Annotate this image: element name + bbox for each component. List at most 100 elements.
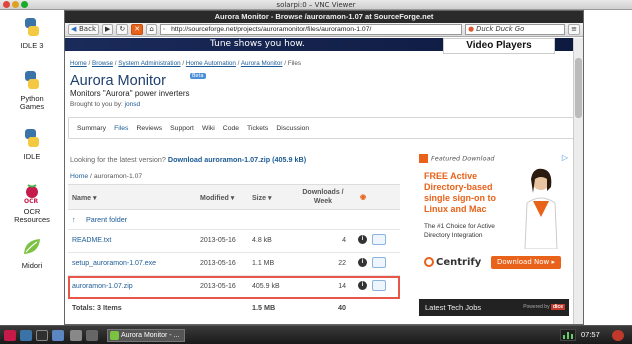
file-manager-icon[interactable]: [20, 330, 32, 341]
breadcrumb-files: Files: [287, 60, 302, 67]
search-input[interactable]: ● Duck Duck Go: [465, 24, 566, 35]
close-icon[interactable]: [3, 1, 10, 8]
tab-files[interactable]: Files: [114, 125, 128, 132]
table-row-highlighted[interactable]: auroramon-1.07.zip 2013-05-16 405.9 kB 1…: [68, 276, 400, 299]
info-icon[interactable]: i: [358, 258, 367, 267]
minimize-icon[interactable]: [12, 1, 19, 8]
col-name[interactable]: Name ▾: [72, 194, 97, 202]
page-icon: ▫: [163, 26, 166, 33]
author-link[interactable]: jonsd: [125, 101, 141, 108]
brand-text: Centrify: [436, 257, 482, 268]
browser-window: Aurora Monitor - Browse /auroramon-1.07 …: [64, 10, 584, 325]
back-button[interactable]: ◀ Back: [68, 24, 99, 35]
desktop-icon-label: OCR Resources: [14, 207, 50, 224]
shutdown-icon[interactable]: [612, 330, 624, 341]
maximize-icon[interactable]: [21, 1, 28, 8]
col-modified[interactable]: Modified ▾: [200, 194, 234, 202]
latest-tech-jobs[interactable]: Latest Tech Jobs Powered by dice: [419, 299, 569, 316]
project-title[interactable]: Aurora Monitor: [70, 73, 166, 89]
desktop-icon-idle[interactable]: IDLE: [0, 127, 64, 161]
breadcrumb-home[interactable]: Home: [70, 60, 87, 67]
file-downloads: 4: [342, 237, 346, 244]
download-icon: [419, 154, 428, 163]
menu-raspberry-icon[interactable]: [4, 330, 16, 341]
parent-folder-row[interactable]: ↑ Parent folder: [68, 210, 400, 230]
tab-support[interactable]: Support: [170, 125, 194, 132]
latest-download-link[interactable]: Download auroramon-1.07.zip (405.9 kB): [168, 155, 306, 164]
tab-tickets[interactable]: Tickets: [247, 125, 268, 132]
files-path: Home / auroramon-1.07: [70, 173, 143, 180]
dice-logo: dice: [550, 304, 565, 310]
parent-folder-label: Parent folder: [86, 215, 128, 224]
ad-strip-text: Tune shows you how.: [210, 39, 305, 49]
file-name[interactable]: auroramon-1.07.zip: [72, 283, 133, 290]
info-icon[interactable]: i: [358, 281, 367, 290]
reload-button[interactable]: ↻: [116, 24, 129, 35]
desktop-icon-python-games[interactable]: Python Games: [0, 69, 64, 111]
breadcrumb-sysadmin[interactable]: System Administration: [118, 60, 180, 67]
table-row[interactable]: README.txt 2013-05-16 4.8 kB 4 i: [68, 230, 400, 253]
adchoices-icon[interactable]: ▷: [562, 153, 568, 162]
tab-summary[interactable]: Summary: [77, 125, 106, 132]
totals-downloads: 40: [338, 303, 346, 312]
jobs-label: Latest Tech Jobs: [425, 303, 482, 312]
col-size[interactable]: Size ▾: [252, 194, 271, 202]
browser-menu-button[interactable]: ≡: [568, 24, 580, 35]
file-size: 1.1 MB: [252, 260, 275, 267]
terminal-icon[interactable]: [36, 330, 48, 341]
desktop-right: [584, 10, 632, 325]
home-button[interactable]: ⌂: [146, 24, 158, 35]
scrollbar-thumb[interactable]: [575, 58, 582, 118]
file-downloads: 22: [338, 260, 346, 267]
page-scrollbar[interactable]: [573, 38, 583, 324]
breadcrumb-aurora-monitor[interactable]: Aurora Monitor: [241, 60, 283, 67]
desktop: IDLE 3 Python Games IDLE OCR OCR Resourc…: [0, 10, 64, 325]
tab-wiki[interactable]: Wiki: [202, 125, 215, 132]
task-label: Aurora Monitor - ...: [121, 332, 180, 339]
python-icon: [25, 71, 39, 89]
ad-headline: FREE Active Directory-based single sign-…: [424, 171, 496, 214]
browser-title: Aurora Monitor - Browse /auroramon-1.07 …: [65, 11, 583, 23]
file-size: 405.9 kB: [252, 283, 280, 290]
raspberry-icon: OCR: [24, 184, 39, 205]
info-icon[interactable]: i: [358, 235, 367, 244]
forward-button[interactable]: ▶: [102, 24, 114, 35]
browser-toolbar: ◀ Back ▶ ↻ ✕ ⌂ ▫ http://sourceforge.net/pr…: [65, 23, 583, 37]
table-row[interactable]: setup_auroramon-1.07.exe 2013-05-16 1.1 …: [68, 253, 400, 276]
address-bar[interactable]: ▫ http://sourceforge.net/projects/auroram…: [160, 24, 463, 35]
desktop-icon-ocr-resources[interactable]: OCR OCR Resources: [0, 182, 64, 224]
python-icon: [25, 18, 39, 36]
featured-download-ad[interactable]: Featured Download ▷ FREE Active Director…: [419, 153, 569, 278]
up-arrow-icon: ↑: [72, 215, 76, 224]
breadcrumb-home-automation[interactable]: Home Automation: [186, 60, 236, 67]
rss-icon[interactable]: ◉: [360, 193, 366, 201]
tab-code[interactable]: Code: [223, 125, 239, 132]
video-players-banner[interactable]: Video Players: [443, 38, 555, 54]
stats-chart-icon[interactable]: [372, 234, 386, 245]
totals-row: Totals: 3 Items 1.5 MB 40: [68, 299, 400, 319]
path-home[interactable]: Home: [70, 173, 88, 180]
download-now-button[interactable]: Download Now ▸: [491, 256, 561, 269]
desktop-icon-label: IDLE 3: [20, 41, 44, 50]
vnc-title-bar: solarpi:0 – VNC Viewer: [0, 0, 632, 10]
back-arrow-icon: ◀: [71, 25, 77, 33]
stats-chart-icon[interactable]: [372, 257, 386, 268]
duckduckgo-icon: ●: [468, 25, 475, 33]
tab-discussion[interactable]: Discussion: [276, 125, 309, 132]
featured-label: Featured Download: [419, 154, 495, 163]
tab-reviews[interactable]: Reviews: [136, 125, 162, 132]
stop-button[interactable]: ✕: [131, 24, 144, 35]
stats-chart-icon[interactable]: [372, 280, 386, 291]
web-browser-icon[interactable]: [52, 330, 64, 341]
desktop-icon-midori[interactable]: Midori: [0, 236, 64, 270]
desktop-2-icon[interactable]: [86, 330, 98, 341]
taskbar-browser-task[interactable]: Aurora Monitor - ...: [107, 329, 185, 342]
file-name[interactable]: README.txt: [72, 237, 111, 244]
brought-prefix: Brought to you by:: [70, 101, 123, 108]
desktop-icon-idle3[interactable]: IDLE 3: [0, 16, 64, 50]
beta-badge: Beta: [190, 73, 206, 79]
desktop-1-icon[interactable]: [70, 330, 82, 341]
breadcrumb-browse[interactable]: Browse: [92, 60, 113, 67]
col-downloads[interactable]: Downloads / Week: [300, 188, 346, 206]
file-name[interactable]: setup_auroramon-1.07.exe: [72, 260, 156, 267]
